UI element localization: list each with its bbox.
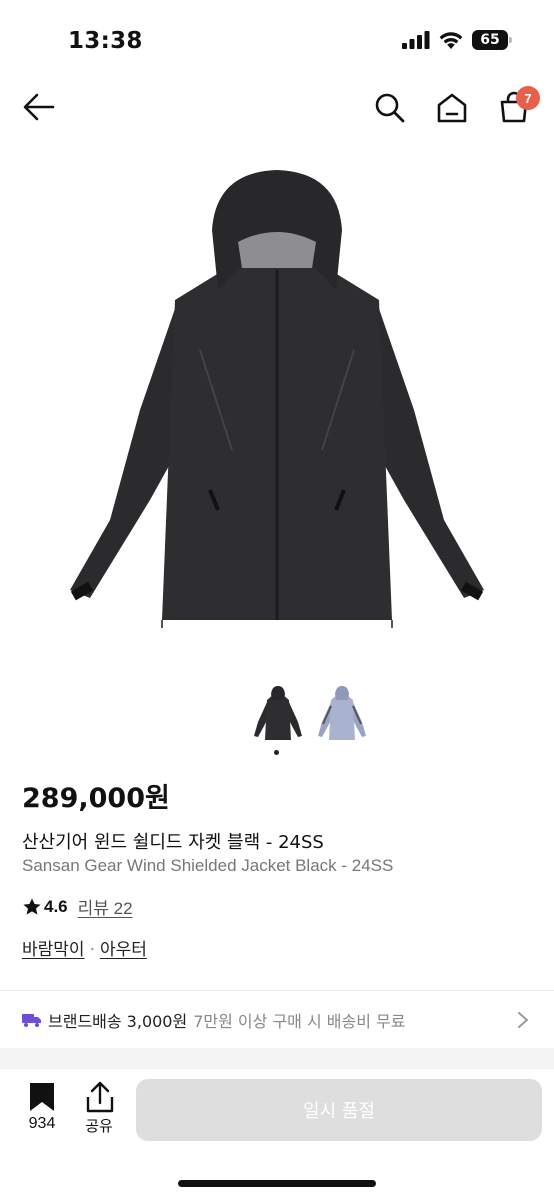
battery-indicator: 65 (472, 30, 512, 50)
status-indicators: 65 (402, 30, 512, 50)
wifi-icon (439, 31, 463, 49)
section-gap (0, 1048, 554, 1068)
status-bar: 13:38 65 (0, 0, 554, 80)
rating-value: 4.6 (44, 896, 68, 916)
sold-out-button[interactable]: 일시 품절 (136, 1079, 542, 1141)
home-icon (437, 93, 467, 123)
category-breadcrumb: 바람막이 · 아우터 (22, 935, 147, 960)
product-title-korean: 산산기어 윈드 쉴디드 자켓 블랙 - 24SS (22, 832, 324, 853)
shipping-note: 7만원 이상 구매 시 배송비 무료 (193, 1012, 406, 1031)
cart-count-badge: 7 (516, 86, 540, 110)
star-icon (23, 898, 41, 915)
share-icon (86, 1081, 114, 1113)
search-icon (375, 93, 405, 123)
review-link[interactable]: 리뷰 22 (78, 894, 133, 919)
thumbnail-black[interactable] (250, 684, 306, 746)
battery-level: 65 (480, 32, 500, 48)
cellular-signal-icon (402, 31, 430, 49)
status-time: 13:38 (68, 28, 143, 54)
product-image[interactable] (0, 150, 554, 670)
back-button[interactable] (20, 90, 60, 124)
shipping-info-row[interactable]: 브랜드배송 3,000원 7만원 이상 구매 시 배송비 무료 (0, 992, 554, 1048)
thumbnail-blue[interactable] (314, 684, 370, 746)
product-title-english: Sansan Gear Wind Shielded Jacket Black -… (22, 856, 394, 875)
category-link-windbreaker[interactable]: 바람막이 (22, 940, 85, 960)
rating-row: 4.6 리뷰 22 (22, 894, 133, 919)
divider (0, 990, 554, 991)
jacket-thumbnail-blue (318, 686, 366, 740)
shipping-label: 브랜드배송 3,000원 (48, 1012, 188, 1031)
bookmark-icon (30, 1083, 54, 1111)
bookmark-count: 934 (28, 1115, 56, 1132)
category-separator: · (89, 940, 95, 960)
home-button[interactable] (434, 90, 470, 126)
category-link-outer[interactable]: 아우터 (100, 940, 147, 960)
home-indicator (178, 1180, 376, 1187)
arrow-left-icon (23, 93, 55, 121)
jacket-thumbnail-black (254, 686, 302, 740)
nav-bar (0, 80, 554, 136)
thumbnail-strip (0, 684, 554, 764)
share-label: 공유 (85, 1117, 113, 1135)
product-price: 289,000원 (22, 783, 170, 814)
battery-cap (509, 37, 512, 43)
jacket-image (70, 170, 484, 628)
carousel-page-dot (274, 750, 279, 755)
search-button[interactable] (372, 90, 408, 126)
truck-icon (22, 1014, 41, 1027)
chevron-right-icon (518, 1012, 528, 1028)
